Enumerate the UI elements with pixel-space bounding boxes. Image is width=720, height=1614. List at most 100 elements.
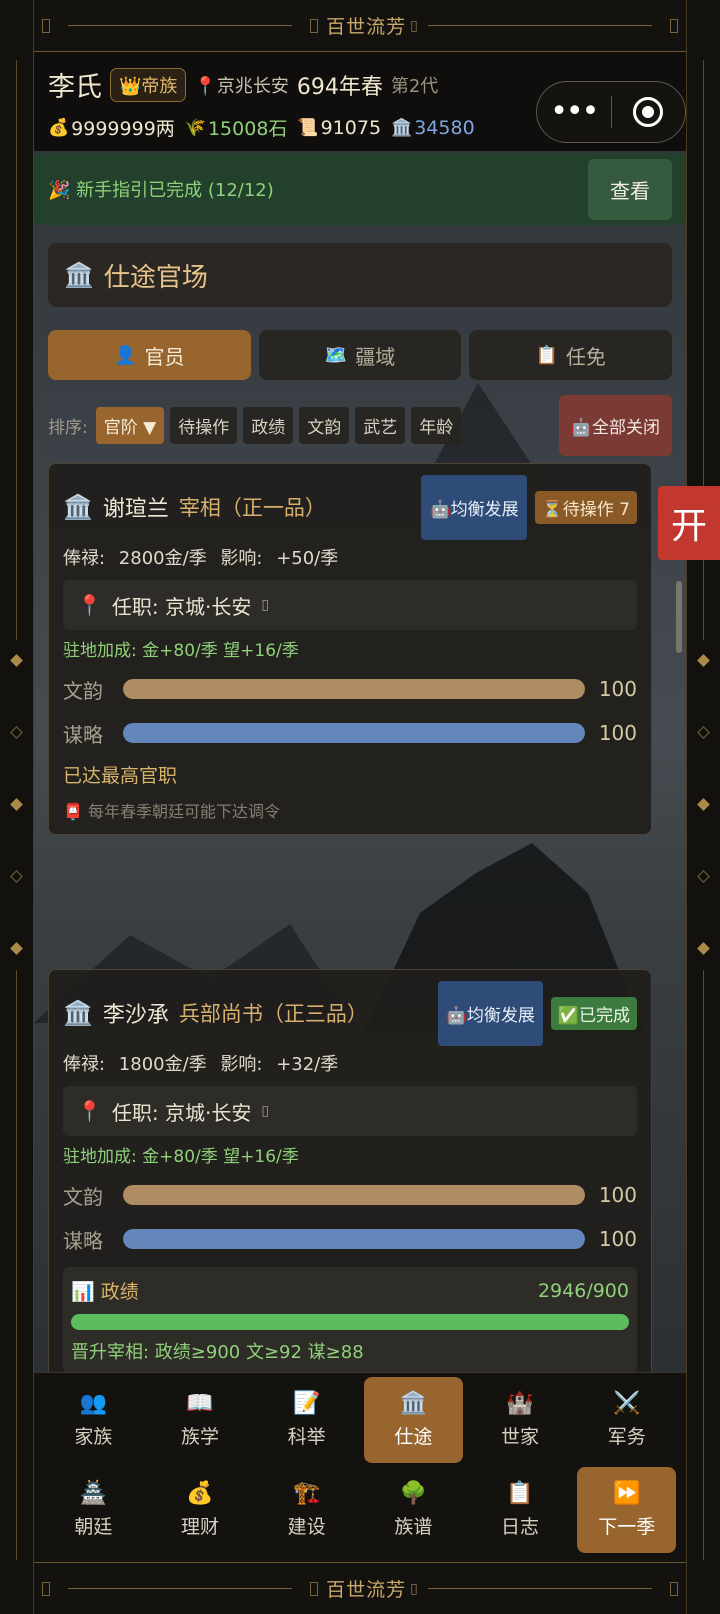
official-card[interactable]: 🏛️ 谢瑄兰 宰相（正一品） 🤖均衡发展 ⏳待操作 7 俸禄: 2800金/季 …: [48, 463, 652, 835]
tab-label: 官员: [144, 344, 185, 369]
max-rank-text: 已达最高官职: [63, 765, 178, 787]
nav-court[interactable]: 🏯 朝廷: [44, 1467, 143, 1553]
generation: 第2代: [390, 75, 439, 97]
salary-line: 俸禄: 1800金/季 影响: +32/季: [63, 1050, 637, 1076]
stat-value: 100: [598, 1183, 637, 1207]
sort-bar: 排序: 官阶 ▼ 待操作 政绩 文韵 武艺 年龄 🤖全部关闭: [48, 394, 672, 456]
stat-value: 100: [598, 1227, 637, 1251]
expand-icon: ▯: [261, 597, 270, 613]
pin-icon: 📍: [77, 1099, 102, 1123]
tab-appointments[interactable]: 📋 任免: [469, 330, 673, 380]
nav-construction[interactable]: 🏗️ 建设: [257, 1467, 356, 1553]
frame-ornament: [697, 942, 710, 955]
nav-noble-houses[interactable]: 🏰 世家: [471, 1377, 570, 1463]
stat-label: 谋略: [63, 1228, 103, 1253]
nav-label: 下一季: [598, 1516, 656, 1538]
view-guide-button[interactable]: 查看: [588, 158, 672, 220]
nav-military[interactable]: ⚔️ 军务: [577, 1377, 676, 1463]
sort-age-chip[interactable]: 年龄: [411, 406, 462, 444]
next-season-button[interactable]: ⏩ 下一季: [577, 1467, 677, 1553]
sort-label: 排序:: [48, 417, 88, 438]
tab-territory[interactable]: 🗺️ 疆域: [258, 330, 462, 380]
nav-log[interactable]: 📋 日志: [471, 1467, 570, 1553]
more-options-icon[interactable]: •••: [537, 97, 611, 127]
performance-bar: [71, 1314, 629, 1330]
miniprogram-capsule: •••: [536, 81, 686, 143]
frame-ornament: [697, 726, 710, 739]
post-row[interactable]: 📍 任职: 京城·长安 ▯: [63, 1086, 637, 1136]
frame-ornament: [10, 654, 23, 667]
stat-value: 100: [598, 721, 637, 745]
nav-family[interactable]: 👥 家族: [44, 1377, 143, 1463]
stat-literary: 文韵 100: [63, 1179, 637, 1211]
post-location: 任职: 京城·长安: [111, 594, 252, 619]
rank-badge: 👑帝族: [110, 67, 187, 102]
strategy-toggle-button[interactable]: 🤖均衡发展: [421, 474, 527, 540]
promotion-requirement: 晋升宰相: 政绩≥900 文≥92 谋≥88: [71, 1342, 364, 1363]
resource-culture: 📜 91075: [297, 117, 381, 139]
official-title: 宰相（正一品）: [178, 496, 326, 520]
pending-actions-badge: ⏳待操作 7: [534, 490, 637, 524]
side-open-button[interactable]: 开: [658, 486, 720, 560]
resource-value: 34580: [414, 116, 475, 139]
pin-icon: 📍: [194, 75, 217, 97]
crossed-swords-icon: ⚔️: [612, 1391, 641, 1416]
clan-name: 李氏: [48, 72, 102, 103]
nav-label: 家族: [74, 1426, 113, 1448]
tab-label: 疆域: [355, 344, 396, 369]
close-all-auto-button[interactable]: 🤖全部关闭: [558, 394, 672, 456]
fast-forward-icon: ⏩: [612, 1481, 641, 1506]
post-bonus: 驻地加成: 金+80/季 望+16/季: [63, 641, 299, 661]
sort-literary-chip[interactable]: 文韵: [299, 406, 350, 444]
nav-clan-school[interactable]: 📖 族学: [151, 1377, 250, 1463]
banner-ornament: [42, 1581, 50, 1596]
stat-strategy: 谋略 100: [63, 1223, 637, 1255]
frame-ornament: [10, 726, 23, 739]
location: 📍京兆长安: [194, 72, 288, 98]
nav-row: 🏯 朝廷 💰 理财 🏗️ 建设 🌳 族谱 📋 日志 ⏩ 下一季: [34, 1463, 686, 1553]
memo-icon: 📝: [292, 1391, 321, 1416]
banner-title: 百世流芳: [326, 16, 407, 38]
strategy-toggle-button[interactable]: 🤖均衡发展: [437, 980, 543, 1046]
close-miniprogram-icon[interactable]: [612, 97, 686, 127]
bottom-banner: 百世流芳 ▯: [34, 1562, 686, 1614]
frame-line: [703, 970, 704, 1560]
nav-finance[interactable]: 💰 理财: [151, 1467, 250, 1553]
sort-martial-chip[interactable]: 武艺: [355, 406, 406, 444]
tab-bar: 👤 官员 🗺️ 疆域 📋 任免: [48, 330, 673, 380]
nav-exam[interactable]: 📝 科举: [257, 1377, 356, 1463]
main-content[interactable]: 李氏 👑帝族 📍京兆长安 694年春 第2代 💰 9999999两 🌾 15008石…: [34, 53, 686, 1372]
target-ring-icon: [633, 97, 664, 127]
guide-banner: 🎉 新手指引已完成 (12/12) 查看: [34, 153, 686, 225]
post-row[interactable]: 📍 任职: 京城·长安 ▯: [63, 580, 637, 630]
banner-line: [427, 25, 653, 26]
post-location: 任职: 京城·长安: [111, 1100, 252, 1125]
stat-bar-fill: [123, 1185, 585, 1205]
sort-pending-chip[interactable]: 待操作: [170, 406, 238, 444]
resource-silver: 💰 9999999两: [48, 114, 175, 141]
pin-icon: 📍: [77, 593, 102, 617]
stat-bar-fill: [123, 679, 585, 699]
performance-label: 📊 政绩: [71, 1281, 139, 1303]
banner-ornament: [310, 18, 319, 33]
salary-line: 俸禄: 2800金/季 影响: +50/季: [63, 544, 637, 570]
banner-line: [68, 25, 293, 26]
performance-value: 2946/900: [537, 1279, 629, 1302]
scrollbar-thumb[interactable]: [676, 581, 682, 653]
nav-career[interactable]: 🏛️ 仕途: [364, 1377, 463, 1463]
banner-title: 百世流芳: [326, 1579, 407, 1601]
spring-edict-note: 📮 每年春季朝廷可能下达调令: [63, 802, 281, 821]
sort-rank-chip[interactable]: 官阶 ▼: [95, 406, 165, 444]
nav-label: 族学: [181, 1426, 220, 1448]
section-title: 仕途官场: [103, 262, 208, 293]
clan-header: 李氏 👑帝族 📍京兆长安 694年春 第2代 💰 9999999两 🌾 15008石…: [34, 53, 686, 151]
palace-icon: 🏯: [79, 1481, 108, 1506]
sort-performance-chip[interactable]: 政绩: [243, 406, 294, 444]
banner-glyph: ▯: [410, 1580, 418, 1597]
scroll-icon: 📜: [297, 117, 319, 138]
banner-ornament: [670, 1581, 679, 1596]
nav-genealogy[interactable]: 🌳 族谱: [364, 1467, 463, 1553]
tab-officials[interactable]: 👤 官员: [48, 330, 251, 380]
official-card[interactable]: 🏛️ 李沙承 兵部尚书（正三品） 🤖均衡发展 ✅已完成 俸禄: 1800金/季 …: [48, 969, 652, 1372]
stat-value: 100: [598, 677, 637, 701]
